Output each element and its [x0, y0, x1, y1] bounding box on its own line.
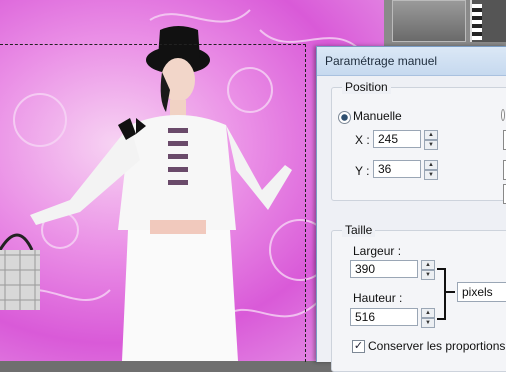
keep-ratio-checkbox[interactable]: ✓ — [352, 340, 365, 353]
manual-radio[interactable] — [338, 111, 351, 124]
x-label: X : — [355, 133, 370, 147]
height-label: Hauteur : — [353, 291, 403, 305]
y-decrement-button[interactable]: ▼ — [424, 170, 438, 180]
width-decrement-button[interactable]: ▼ — [421, 270, 435, 280]
other-radio-edge[interactable] — [501, 109, 505, 121]
dialog-titlebar[interactable]: Paramétrage manuel — [317, 47, 506, 76]
height-spinner[interactable]: ▲ ▼ — [421, 308, 435, 328]
x-spinner[interactable]: ▲ ▼ — [424, 130, 438, 150]
height-decrement-button[interactable]: ▼ — [421, 318, 435, 328]
keep-ratio-label: Conserver les proportions — [368, 339, 506, 353]
y-spinner[interactable]: ▲ ▼ — [424, 160, 438, 180]
filmstrip-icon — [472, 4, 482, 40]
width-spinner[interactable]: ▲ ▼ — [421, 260, 435, 280]
x-input[interactable]: 245 — [373, 130, 421, 148]
manual-radio-label: Manuelle — [353, 109, 402, 123]
link-bracket-stem — [445, 291, 455, 293]
layer-thumbnail[interactable] — [392, 0, 466, 42]
selection-marquee[interactable] — [0, 44, 306, 362]
x-increment-button[interactable]: ▲ — [424, 130, 438, 140]
position-legend: Position — [342, 80, 391, 94]
width-label: Largeur : — [353, 244, 402, 258]
width-increment-button[interactable]: ▲ — [421, 260, 435, 270]
unit-select[interactable]: pixels — [457, 282, 506, 302]
dialog-content: Position Manuelle X : 245 ▲ ▼ Y : 36 ▲ ▼… — [317, 76, 506, 372]
dialog-title: Paramétrage manuel — [325, 54, 438, 68]
height-input[interactable]: 516 — [350, 308, 418, 326]
y-increment-button[interactable]: ▲ — [424, 160, 438, 170]
y-input[interactable]: 36 — [373, 160, 421, 178]
width-input[interactable]: 390 — [350, 260, 418, 278]
link-bracket-icon — [437, 268, 446, 320]
manual-settings-dialog: Paramétrage manuel Position Manuelle X :… — [316, 46, 506, 372]
size-legend: Taille — [342, 223, 376, 237]
x-decrement-button[interactable]: ▼ — [424, 140, 438, 150]
height-increment-button[interactable]: ▲ — [421, 308, 435, 318]
y-label: Y : — [355, 164, 370, 178]
